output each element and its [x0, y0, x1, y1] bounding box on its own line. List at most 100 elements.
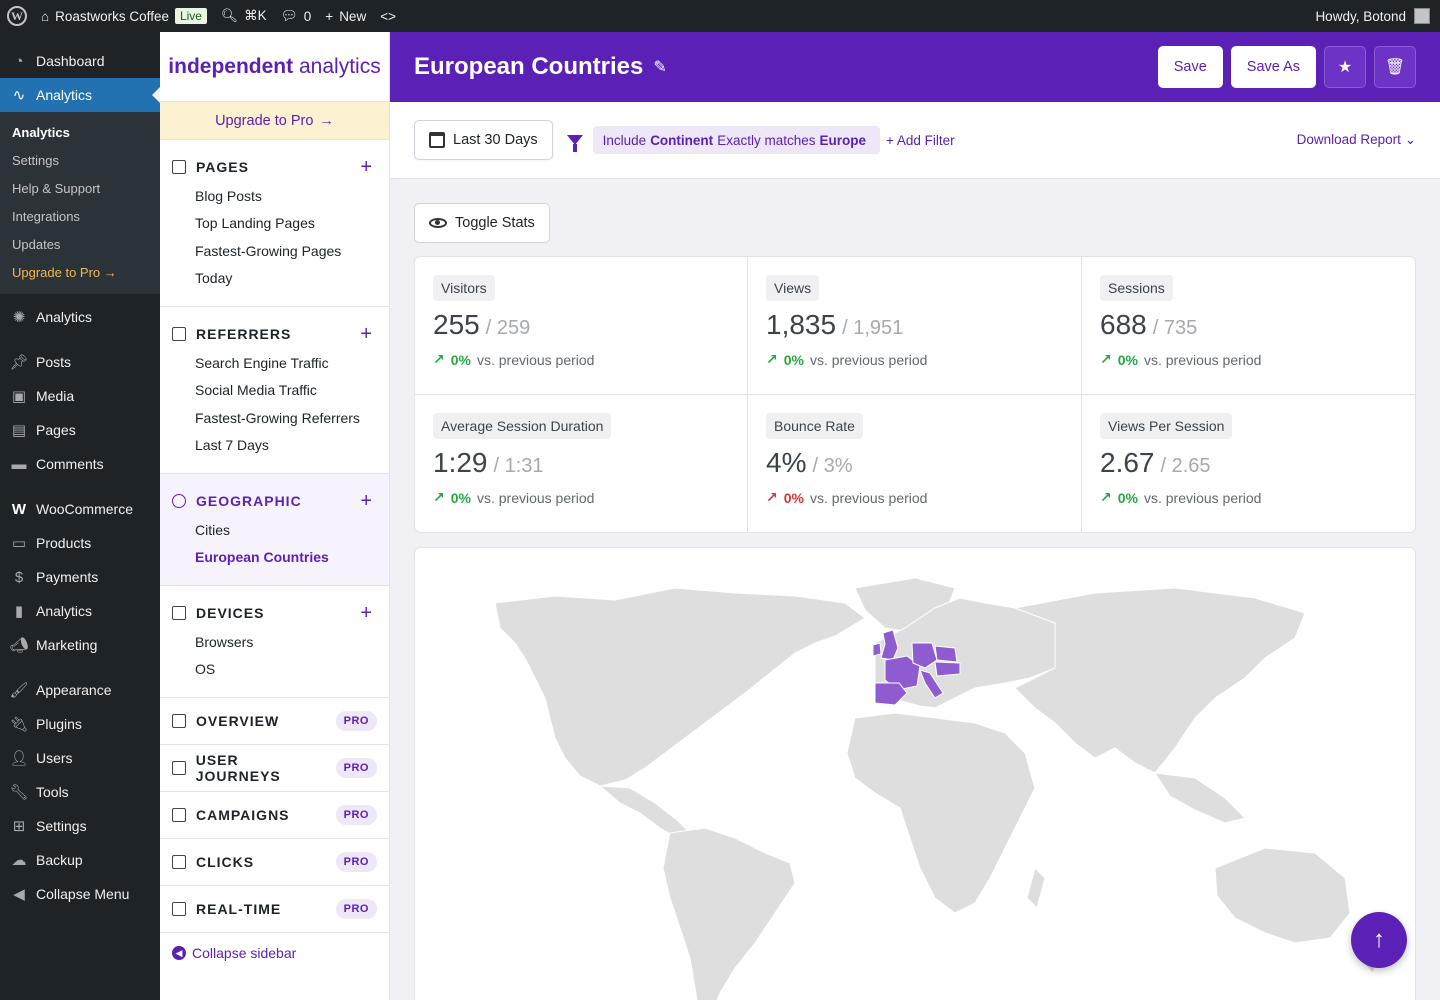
add-filter-button[interactable]: + Add Filter	[886, 133, 955, 148]
chevron-down-icon: ⌄	[1404, 132, 1416, 147]
menu-label: Posts	[36, 354, 72, 370]
stat-values: 4%/ 3%	[766, 447, 1063, 479]
menu-marketing[interactable]: 📣︎ Marketing	[0, 628, 160, 662]
command-palette-button[interactable]: 🔍︎ ⌘K	[214, 0, 274, 32]
filter-chip[interactable]: Include Continent Exactly matches Europe	[592, 126, 880, 154]
add-icon[interactable]: +	[360, 490, 373, 513]
menu-analytics-3[interactable]: ▮ Analytics	[0, 594, 160, 628]
report-link[interactable]: Social Media Traffic	[160, 377, 389, 405]
delete-button[interactable]: 🗑︎	[1374, 46, 1416, 88]
site-name-menu[interactable]: ⌂ Roastworks Coffee Live	[34, 0, 214, 32]
upgrade-banner[interactable]: Upgrade to Pro →	[160, 102, 389, 140]
report-link[interactable]: Top Landing Pages	[160, 210, 389, 238]
stat-percent-change: 0%	[1117, 489, 1138, 506]
pencil-icon[interactable]: ✎	[653, 57, 666, 77]
collapse-icon: ◀	[13, 886, 25, 903]
stat-card: Views 1,835/ 1,951 ↗ 0% vs. previous period	[748, 257, 1082, 395]
cloud-icon: ☁︎	[11, 852, 27, 869]
overview-section[interactable]: OVERVIEW PRO	[160, 698, 389, 745]
stat-values: 255/ 259	[433, 309, 729, 341]
submenu-upgrade-to-pro[interactable]: Upgrade to Pro →	[0, 258, 160, 286]
report-link[interactable]: OS	[160, 656, 389, 684]
menu-analytics[interactable]: ∿ Analytics	[0, 78, 160, 112]
menu-collapse[interactable]: ◀ Collapse Menu	[0, 877, 160, 911]
bar-chart-icon: ▮	[14, 603, 24, 620]
save-button[interactable]: Save	[1157, 46, 1223, 88]
stat-value: 255	[433, 309, 480, 340]
brand-name-rest: analytics	[298, 54, 381, 78]
report-link[interactable]: Search Engine Traffic	[160, 349, 389, 377]
report-link[interactable]: Blog Posts	[160, 182, 389, 210]
menu-payments[interactable]: $ Payments	[0, 560, 160, 594]
stat-value: 688	[1100, 309, 1147, 340]
menu-backup[interactable]: ☁︎ Backup	[0, 843, 160, 877]
favorite-button[interactable]: ★	[1324, 46, 1366, 88]
signal-icon	[172, 902, 186, 916]
menu-users[interactable]: 👤︎ Users	[0, 741, 160, 775]
menu-posts[interactable]: 📌︎ Posts	[0, 345, 160, 379]
save-as-button[interactable]: Save As	[1230, 46, 1316, 88]
campaigns-section[interactable]: CAMPAIGNS PRO	[160, 792, 389, 839]
filter-icon	[566, 135, 583, 152]
report-link[interactable]: Browsers	[160, 628, 389, 656]
submenu-help-support[interactable]: Help & Support	[0, 174, 160, 202]
wp-logo-menu[interactable]: W	[0, 0, 34, 32]
report-link[interactable]: Fastest-Growing Pages	[160, 237, 389, 265]
referrers-header[interactable]: REFERRERS +	[160, 319, 389, 349]
stat-value: 2.67	[1100, 447, 1155, 478]
collapse-sidebar-button[interactable]: ◀ Collapse sidebar	[160, 933, 389, 973]
user-journeys-section[interactable]: USER JOURNEYS PRO	[160, 745, 389, 792]
wp-admin-menu: ◔ Dashboard ∿ Analytics Analytics Settings…	[0, 32, 160, 1000]
pages-header[interactable]: PAGES +	[160, 152, 389, 182]
section-title: OVERVIEW	[196, 713, 280, 729]
menu-media[interactable]: ▣ Media	[0, 379, 160, 413]
toggle-stats-label: Toggle Stats	[455, 215, 535, 231]
pro-badge: PRO	[335, 899, 377, 919]
geographic-header[interactable]: GEOGRAPHIC +	[160, 486, 389, 516]
submenu-analytics[interactable]: Analytics	[0, 118, 160, 146]
menu-tools[interactable]: 🔧︎ Tools	[0, 775, 160, 809]
asia	[1013, 587, 1306, 774]
menu-label: Backup	[36, 852, 83, 868]
brand-logo[interactable]: independent analytics	[160, 32, 389, 102]
scroll-to-top-button[interactable]: ↑	[1351, 912, 1407, 968]
site-name: Roastworks Coffee	[55, 8, 169, 24]
new-content-menu[interactable]: + New	[318, 0, 373, 32]
submenu-integrations[interactable]: Integrations	[0, 202, 160, 230]
code-menu[interactable]: <>	[373, 0, 403, 32]
menu-label: Users	[36, 750, 73, 766]
filter-value: Europe	[819, 132, 866, 148]
woocommerce-icon: W	[11, 500, 27, 518]
clicks-section[interactable]: CLICKS PRO	[160, 839, 389, 886]
report-link[interactable]: Last 7 Days	[160, 432, 389, 460]
add-icon[interactable]: +	[360, 323, 373, 346]
menu-plugins[interactable]: 🔌︎ Plugins	[0, 707, 160, 741]
comments-menu[interactable]: 💬︎ 0	[274, 0, 319, 32]
menu-pages[interactable]: ▤ Pages	[0, 413, 160, 447]
report-link[interactable]: Cities	[160, 516, 389, 544]
report-link[interactable]: Today	[160, 265, 389, 293]
stat-card: Average Session Duration 1:29/ 1:31 ↗ 0% vs.…	[415, 395, 748, 533]
date-range-label: Last 30 Days	[453, 132, 538, 148]
toggle-stats-button[interactable]: Toggle Stats	[414, 203, 550, 243]
account-menu[interactable]: Howdy, Botond	[1315, 8, 1440, 24]
download-report-button[interactable]: Download Report ⌄	[1297, 132, 1416, 148]
report-link[interactable]: Fastest-Growing Referrers	[160, 404, 389, 432]
submenu-settings[interactable]: Settings	[0, 146, 160, 174]
devices-header[interactable]: DEVICES +	[160, 598, 389, 628]
menu-woocommerce[interactable]: W WooCommerce	[0, 492, 160, 526]
menu-settings[interactable]: ⊞ Settings	[0, 809, 160, 843]
referrers-section: REFERRERS + Search Engine Traffic Social …	[160, 307, 389, 474]
menu-comments[interactable]: ▬ Comments	[0, 447, 160, 481]
menu-appearance[interactable]: 🖌︎ Appearance	[0, 673, 160, 707]
date-range-button[interactable]: Last 30 Days	[414, 120, 553, 160]
add-icon[interactable]: +	[360, 602, 373, 625]
stat-card: Bounce Rate 4%/ 3% ↗ 0% vs. previous period	[748, 395, 1082, 533]
menu-analytics-2[interactable]: ✺ Analytics	[0, 300, 160, 334]
submenu-updates[interactable]: Updates	[0, 230, 160, 258]
report-link-current[interactable]: European Countries	[160, 544, 389, 572]
menu-products[interactable]: ▭ Products	[0, 526, 160, 560]
add-icon[interactable]: +	[360, 156, 373, 179]
real-time-section[interactable]: REAL-TIME PRO	[160, 886, 389, 933]
menu-dashboard[interactable]: ◔ Dashboard	[0, 44, 160, 78]
